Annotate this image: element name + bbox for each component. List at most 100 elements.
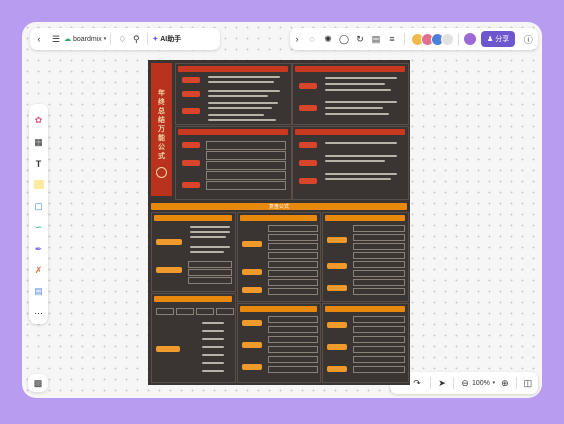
- frame-icon[interactable]: ▦: [29, 131, 48, 152]
- text-line: [208, 95, 268, 97]
- section: [237, 212, 321, 302]
- divider: [110, 33, 112, 45]
- ai-assistant-label: AI助手: [160, 36, 182, 43]
- divider: [430, 377, 431, 389]
- text-line: [325, 160, 385, 162]
- chevron-down-icon: ▾: [103, 36, 107, 42]
- text-box: [268, 288, 318, 295]
- section: [237, 303, 321, 383]
- text-box: [353, 243, 405, 250]
- text-box: [156, 308, 174, 315]
- label-pill: [182, 77, 200, 83]
- mindmap-icon[interactable]: ✗: [29, 260, 48, 281]
- text-box: [268, 225, 318, 232]
- section-header: [240, 306, 317, 312]
- title-char: 总: [158, 108, 165, 115]
- cursor-icon[interactable]: ➤: [435, 378, 449, 389]
- title-char: 年: [158, 90, 165, 97]
- text-line: [190, 236, 226, 238]
- title-char: 万: [158, 126, 165, 133]
- label-pill: [299, 178, 317, 184]
- brand[interactable]: ☁ boardmix ▾: [64, 35, 107, 44]
- pen-icon[interactable]: ✒: [29, 238, 48, 259]
- redo-icon[interactable]: ↷: [408, 378, 426, 389]
- section: [292, 63, 409, 125]
- divider: [404, 33, 405, 45]
- text-box: [353, 288, 405, 295]
- label-pill: [156, 267, 182, 273]
- label-pill: [182, 160, 200, 166]
- user-avatar[interactable]: [463, 32, 477, 46]
- section: [151, 212, 236, 292]
- text-box: [206, 141, 286, 150]
- label-pill: [299, 142, 317, 148]
- text-icon[interactable]: T: [29, 153, 48, 174]
- label-pill: [242, 269, 262, 275]
- zoom-out-icon[interactable]: ⊖: [458, 378, 472, 389]
- text-box: [353, 279, 405, 286]
- menu-icon[interactable]: ☰: [48, 34, 64, 45]
- bottom-right-toolbar: ↶ ↷ ➤ ⊖ 100% ▾ ⊕ ◫: [390, 372, 538, 394]
- section-header: [325, 306, 405, 312]
- poster-image[interactable]: 年 终 总 结 万 能 公 式 复盘公式: [148, 60, 410, 385]
- sticky-note-icon[interactable]: [29, 174, 48, 195]
- table-icon[interactable]: ▤: [29, 281, 48, 302]
- label-pill: [327, 344, 347, 350]
- text-box: [268, 316, 318, 323]
- comment-icon[interactable]: ◯: [336, 34, 352, 45]
- shape-icon[interactable]: ▢: [29, 196, 48, 217]
- zoom-level[interactable]: 100%: [472, 380, 490, 387]
- text-line: [190, 246, 230, 248]
- section: [175, 63, 292, 125]
- text-box: [353, 261, 405, 268]
- connector-icon[interactable]: ∽: [29, 217, 48, 238]
- text-box: [353, 234, 405, 241]
- text-box: [268, 252, 318, 259]
- section: [322, 303, 409, 383]
- label-pill: [242, 342, 262, 348]
- share-button[interactable]: ♟ 分享: [481, 31, 516, 47]
- label-pill: [327, 285, 347, 291]
- search-icon[interactable]: ⚲: [129, 34, 143, 45]
- plugin-icon[interactable]: ✺: [320, 34, 336, 45]
- zoom-in-icon[interactable]: ⊕: [498, 378, 512, 389]
- chart-icon[interactable]: ▤: [368, 34, 384, 45]
- chevron-down-icon[interactable]: ▾: [490, 380, 498, 386]
- back-icon[interactable]: ‹: [30, 34, 48, 44]
- text-box: [268, 346, 318, 353]
- history-icon[interactable]: ↻: [352, 34, 368, 45]
- text-line: [202, 330, 224, 332]
- book-icon[interactable]: ◫: [521, 378, 535, 389]
- text-box: [353, 270, 405, 277]
- more-icon[interactable]: ⋯: [29, 303, 48, 324]
- label-pill: [182, 142, 200, 148]
- text-line: [202, 322, 224, 324]
- text-box: [353, 346, 405, 353]
- app-window: ‹ ☰ ☁ boardmix ▾ ♢ ⚲ ✦ AI助手 › ◌ ✺ ◯ ↻ ▤ …: [22, 22, 542, 398]
- tag-icon[interactable]: ♢: [115, 34, 129, 45]
- text-line: [325, 107, 383, 109]
- section-header: [295, 66, 405, 72]
- minimap-toggle[interactable]: ▩: [28, 374, 48, 392]
- title-char: 能: [158, 135, 165, 142]
- text-box: [268, 234, 318, 241]
- emblem-icon: [156, 167, 167, 178]
- text-line: [208, 76, 280, 78]
- text-box: [206, 161, 286, 170]
- color-palette-icon[interactable]: ✿: [29, 110, 48, 131]
- help-icon[interactable]: ⓘ: [519, 33, 537, 46]
- divider: [458, 33, 459, 45]
- section-header: [240, 215, 317, 221]
- collaborators[interactable]: [411, 32, 454, 46]
- list-icon[interactable]: ≡: [384, 34, 400, 44]
- ai-assistant-button[interactable]: ✦ AI助手: [152, 34, 181, 44]
- chevron-right-icon[interactable]: ›: [290, 34, 304, 44]
- text-line: [190, 251, 224, 253]
- avatar: [441, 32, 454, 46]
- divider: [147, 33, 149, 45]
- section-header: [154, 296, 232, 302]
- text-box: [188, 277, 232, 284]
- text-box: [268, 243, 318, 250]
- label-pill: [182, 108, 200, 114]
- template-icon[interactable]: ◌: [304, 34, 320, 44]
